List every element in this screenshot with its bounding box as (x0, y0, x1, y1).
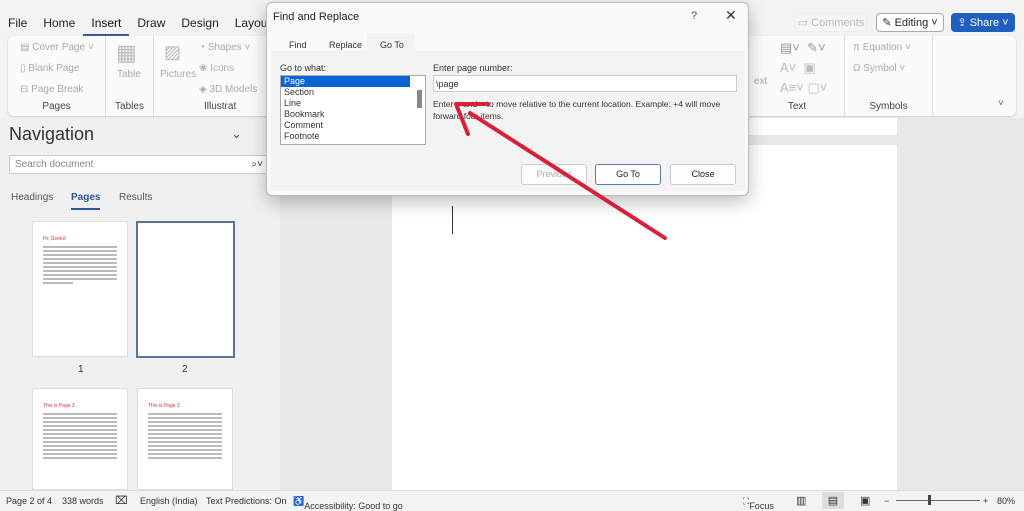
annotation-arrow (454, 102, 667, 240)
arrow-shaft (468, 111, 667, 240)
arrow-head (454, 102, 490, 136)
